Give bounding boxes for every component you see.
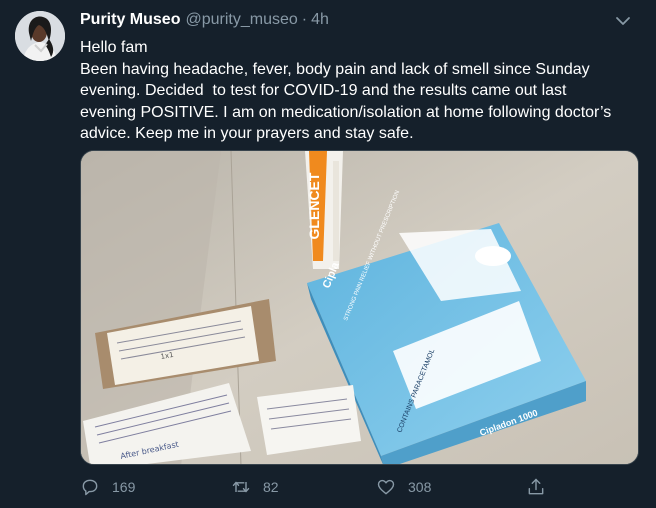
separator-dot: ·: [301, 11, 308, 28]
reply-count: 169: [112, 479, 136, 495]
retweet-button[interactable]: 82: [231, 477, 279, 497]
timestamp[interactable]: 4h: [311, 10, 329, 30]
tweet-content: Purity Museo @purity_museo · 4h Hello fa…: [80, 10, 640, 465]
tweet[interactable]: Purity Museo @purity_museo · 4h Hello fa…: [0, 0, 656, 508]
tweet-text: Hello fam Been having headache, fever, b…: [80, 39, 612, 142]
share-button[interactable]: [526, 477, 558, 497]
reply-button[interactable]: 169: [80, 477, 135, 497]
glencet-label: GLENCET: [306, 172, 322, 239]
tweet-photo[interactable]: GLENCET Cipla STRONG PAIN RELIEF WITHOUT…: [80, 150, 639, 465]
retweet-count: 82: [263, 479, 279, 495]
like-button[interactable]: 308: [376, 477, 431, 497]
share-icon: [528, 478, 544, 495]
like-count: 308: [408, 479, 432, 495]
chevron-down-icon[interactable]: [612, 12, 634, 30]
retweet-icon: [232, 481, 250, 493]
display-name[interactable]: Purity Museo: [80, 10, 180, 30]
user-handle[interactable]: @purity_museo: [185, 10, 297, 30]
photo-illustration: GLENCET Cipla STRONG PAIN RELIEF WITHOUT…: [81, 151, 638, 464]
tweet-header: Purity Museo @purity_museo · 4h: [80, 10, 640, 30]
avatar[interactable]: [15, 11, 65, 61]
heart-icon: [377, 479, 395, 495]
tweet-actions: 169 82 308: [80, 472, 550, 502]
reply-icon: [82, 479, 98, 496]
